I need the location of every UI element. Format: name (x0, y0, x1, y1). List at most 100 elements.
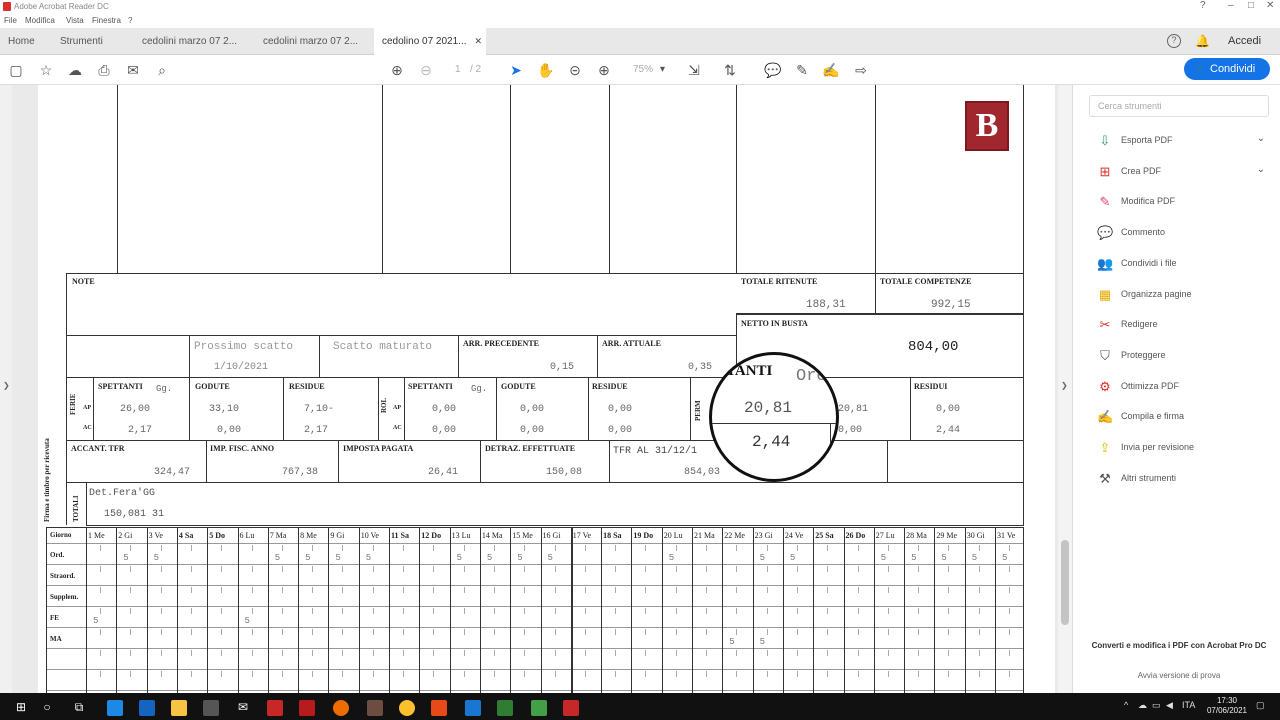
notifications-icon[interactable]: ▢ (1256, 700, 1265, 711)
page-current[interactable]: 1 (455, 64, 461, 75)
tool-esporta-pdf[interactable]: ⇩ Esporta PDF ⌄ (1093, 128, 1273, 154)
tool-proteggere[interactable]: ⛉ Proteggere (1093, 343, 1273, 369)
close-icon[interactable]: ✕ (1266, 0, 1274, 11)
vertical-scrollbar[interactable]: ❯ (1058, 85, 1072, 693)
scroll-mode-icon[interactable]: ⇅ (720, 60, 740, 80)
app-s-orange-icon[interactable] (428, 697, 450, 717)
pen-icon[interactable]: ✎ (792, 60, 812, 80)
tools-search-input[interactable]: Cerca strumenti (1089, 95, 1269, 117)
app-s-blue-icon[interactable] (462, 697, 484, 717)
page-up-icon[interactable]: ⊕ (387, 60, 407, 80)
tool-condividi-i-file[interactable]: 👥 Condividi i file (1093, 251, 1273, 277)
tool-altri-strumenti[interactable]: ⚒ Altri strumenti (1093, 466, 1273, 492)
left-gutter: ❯ (0, 85, 12, 693)
ord-value: 5 (153, 553, 159, 563)
tool-ottimizza-pdf[interactable]: ⚙ Ottimizza PDF (1093, 374, 1273, 400)
tray-network-icon[interactable]: ▭ (1152, 700, 1161, 711)
upload-cloud-icon[interactable]: ☁ (65, 60, 85, 80)
outlook-icon[interactable] (136, 697, 158, 717)
menu-vista[interactable]: Vista (66, 16, 84, 25)
mail-icon[interactable]: ✉ (232, 697, 254, 717)
windows-start-icon[interactable]: ⊞ (10, 697, 32, 717)
rol-godute-ap: 0,00 (520, 404, 545, 415)
rol-residue-ac: 0,00 (608, 425, 633, 436)
chevron-down-icon[interactable]: ⌄ (1257, 133, 1265, 144)
excel-icon[interactable] (494, 697, 516, 717)
tray-chevron-icon[interactable]: ^ (1124, 700, 1128, 710)
menu-modifica[interactable]: Modifica (25, 16, 55, 25)
tool-compila-e-firma[interactable]: ✍ Compila e firma (1093, 404, 1273, 430)
app-icon[interactable] (364, 697, 386, 717)
minimize-icon[interactable]: – (1228, 0, 1234, 11)
more-tools-icon[interactable]: ⇨ (851, 60, 871, 80)
tab-label: cedolini marzo 07 2... (142, 36, 238, 47)
tool-organizza-pagine[interactable]: ▦ Organizza pagine (1093, 282, 1273, 308)
sidebar-toggle-icon[interactable]: ▢ (6, 60, 26, 80)
hand-tool-icon[interactable]: ✋ (536, 60, 556, 80)
tab-home[interactable]: Home (0, 28, 50, 55)
fit-page-icon[interactable]: ⇲ (684, 60, 704, 80)
ord-value: 5 (123, 553, 129, 563)
collapse-pane-icon[interactable]: ❯ (1061, 381, 1068, 390)
rol-spettanti-ap: 0,00 (432, 404, 457, 415)
tool-label: Esporta PDF (1121, 135, 1173, 145)
tab-document-1[interactable]: cedolini marzo 07 2... (134, 28, 254, 55)
menu-file[interactable]: File (4, 16, 17, 25)
free-trial-link[interactable]: Avvia versione di prova (1089, 671, 1269, 680)
select-pointer-icon[interactable]: ➤ (506, 60, 526, 80)
notification-bell-icon[interactable]: 🔔 (1195, 34, 1210, 48)
tray-language-icon[interactable]: ITA (1182, 700, 1195, 710)
bookmark-star-icon[interactable]: ☆ (36, 60, 56, 80)
tab-document-active[interactable]: cedolino 07 2021... ✕ (374, 28, 486, 55)
expand-left-icon[interactable]: ❯ (3, 381, 10, 390)
calendar-day: 1 Me (88, 531, 105, 540)
store-icon[interactable] (200, 697, 222, 717)
maximize-icon[interactable]: □ (1248, 0, 1254, 11)
tool-crea-pdf[interactable]: ⊞ Crea PDF ⌄ (1093, 159, 1273, 185)
file-explorer-icon[interactable] (168, 697, 190, 717)
zoom-dropdown-icon[interactable]: ▾ (660, 64, 665, 75)
tool-invia-per-revisione[interactable]: ⇪ Invia per revisione (1093, 435, 1273, 461)
task-view-icon[interactable]: ⧉ (68, 697, 90, 717)
app-c-green-icon[interactable] (528, 697, 550, 717)
zoom-in-icon[interactable]: ⊕ (594, 60, 614, 80)
firefox-icon[interactable] (330, 697, 352, 717)
close-tab-icon[interactable]: ✕ (474, 28, 482, 55)
comment-icon[interactable]: 💬 (763, 60, 783, 80)
zoom-level[interactable]: 75% (633, 64, 653, 75)
help-icon[interactable]: ? (1167, 34, 1181, 48)
tray-volume-icon[interactable]: ◀ (1166, 700, 1173, 711)
page-down-icon[interactable]: ⊖ (416, 60, 436, 80)
help-window-icon[interactable]: ? (1200, 0, 1206, 11)
search-icon[interactable]: ⌕ (152, 60, 172, 80)
tool-commento[interactable]: 💬 Commento (1093, 220, 1273, 246)
organize-pages-icon: ▦ (1098, 286, 1112, 302)
totali-label: TOTALI (72, 495, 80, 522)
sign-icon[interactable]: ✍ (821, 60, 841, 80)
tab-label: cedolino 07 2021... (382, 36, 467, 47)
share-button[interactable]: 👤 Condividi (1184, 58, 1270, 80)
acrobat-red-icon[interactable] (264, 697, 286, 717)
menu-help[interactable]: ? (128, 16, 132, 25)
print-icon[interactable]: ⎙ (94, 60, 114, 80)
login-link[interactable]: Accedi (1228, 28, 1261, 55)
calendar-day: 16 Gi (542, 531, 561, 540)
tool-label: Modifica PDF (1121, 196, 1176, 207)
system-clock[interactable]: 17:30 07/06/2021 (1205, 696, 1249, 716)
zoom-out-icon[interactable]: ⊝ (565, 60, 585, 80)
tool-modifica-pdf[interactable]: ✎ Modifica PDF (1093, 189, 1273, 215)
scroll-thumb[interactable] (1061, 540, 1069, 625)
document-viewport[interactable]: ❯ B NOTE TOTALE RITENUTE TOTALE COMPETEN… (0, 85, 1072, 693)
chrome-icon[interactable] (396, 697, 418, 717)
chevron-down-icon[interactable]: ⌄ (1257, 164, 1265, 175)
menu-finestra[interactable]: Finestra (92, 16, 121, 25)
tab-document-2[interactable]: cedolini marzo 07 2... (255, 28, 373, 55)
search-taskbar-icon[interactable]: ○ (36, 697, 58, 717)
app-c-red-icon[interactable] (560, 697, 582, 717)
tray-cloud-icon[interactable]: ☁ (1138, 700, 1147, 711)
tab-strumenti[interactable]: Strumenti (52, 28, 132, 55)
edge-icon[interactable] (104, 697, 126, 717)
email-icon[interactable]: ✉ (123, 60, 143, 80)
tool-redigere[interactable]: ✂ Redigere (1093, 312, 1273, 338)
acrobat-icon[interactable] (296, 697, 318, 717)
